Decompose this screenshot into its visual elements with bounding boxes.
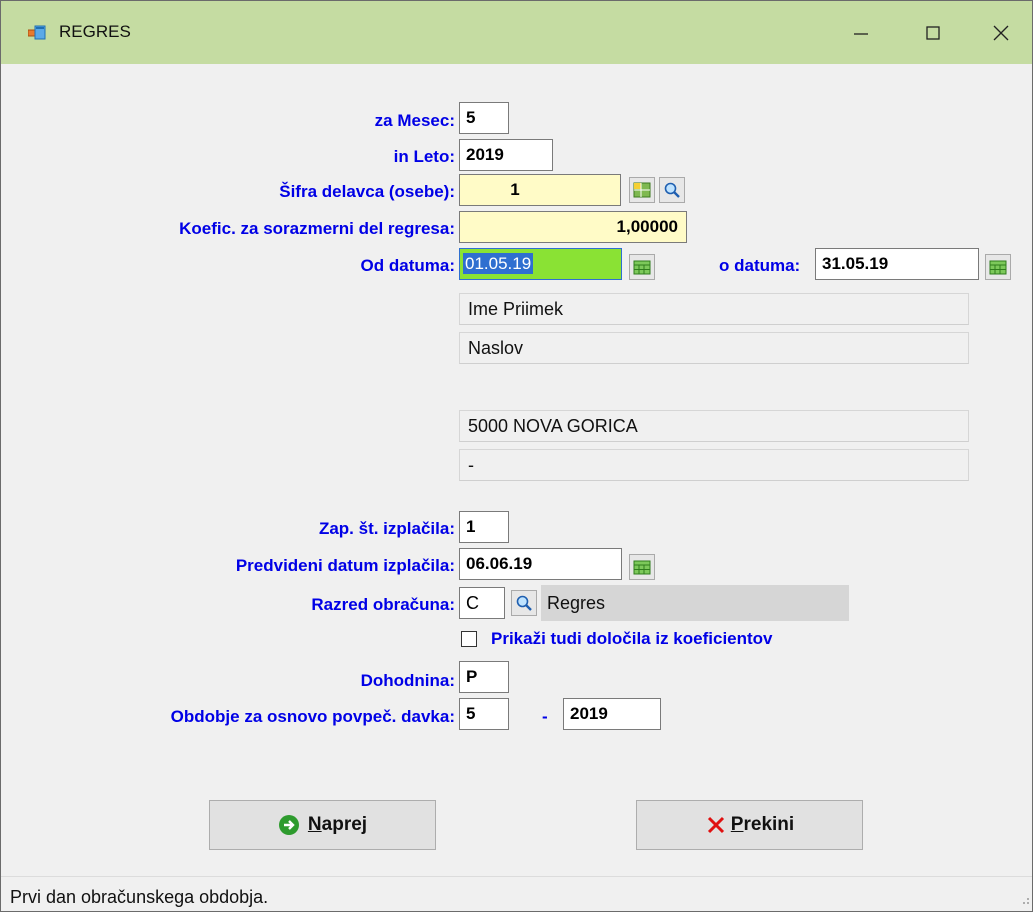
obdobje-label: Obdobje za osnovo povpeč. davka: (170, 707, 455, 726)
person-address-line2-field (459, 371, 969, 403)
prekini-label: rekini (743, 814, 795, 835)
mesec-label: za Mesec: (374, 111, 455, 130)
od-datuma-calendar-button[interactable] (629, 254, 655, 280)
predvideni-calendar-button[interactable] (629, 554, 655, 580)
sifra-delavca-input[interactable]: 1 (459, 174, 621, 206)
razred-search-button[interactable] (511, 590, 537, 616)
close-button[interactable] (966, 1, 1032, 64)
dohodnina-label: Dohodnina: (360, 671, 455, 690)
calendar-icon (633, 260, 651, 275)
magnifier-icon (516, 595, 532, 611)
app-window-icon (28, 25, 46, 40)
naprej-mnemonic: N (307, 814, 322, 835)
obdobje-separator: - (542, 707, 548, 726)
razred-label: Razred obračuna: (311, 595, 455, 614)
zap-st-label: Zap. št. izplačila: (318, 519, 455, 538)
od-datuma-label: Od datuma: (360, 256, 455, 275)
koef-input[interactable]: 1,00000 (459, 211, 687, 243)
obdobje-month-input[interactable]: 5 (459, 698, 509, 730)
sifra-picker-button[interactable] (629, 177, 655, 203)
maximize-button[interactable] (898, 1, 968, 64)
maximize-icon (926, 25, 940, 40)
do-datuma-input[interactable]: 31.05.19 (815, 248, 979, 280)
razred-description-field: Regres (541, 585, 849, 621)
od-datuma-input[interactable]: 01.05.19 (459, 248, 622, 280)
predvideni-label: Predvideni datum izplačila: (235, 556, 455, 575)
person-extra-field: - (459, 449, 969, 481)
od-datuma-selected-text: 01.05.19 (463, 253, 534, 274)
prekini-mnemonic: P (730, 814, 744, 835)
arrow-right-circle-icon (278, 815, 299, 835)
person-name-field: Ime Priimek (459, 293, 969, 325)
koef-label: Koefic. za sorazmerni del regresa: (179, 219, 455, 238)
sifra-search-button[interactable] (659, 177, 685, 203)
prikazi-checkbox[interactable] (461, 631, 477, 647)
title-bar[interactable]: REGRES (1, 1, 1032, 64)
calendar-icon (633, 560, 651, 575)
person-post-field: 5000 NOVA GORICA (459, 410, 969, 442)
leto-label: in Leto: (393, 147, 455, 166)
zap-st-input[interactable]: 1 (459, 511, 509, 543)
sifra-label: Šifra delavca (osebe): (279, 182, 455, 201)
regres-window: REGRES za Mesec: 5 in Leto: 2019 Šifra d… (0, 0, 1033, 912)
razred-input[interactable]: C (459, 587, 505, 619)
predvideni-datum-input[interactable]: 06.06.19 (459, 548, 622, 580)
prikazi-label[interactable]: Prikaži tudi določila iz koeficientov (491, 629, 773, 649)
minimize-icon (854, 32, 868, 35)
close-icon (993, 25, 1009, 40)
cancel-x-icon (707, 816, 724, 834)
do-datuma-label: o datuma: (719, 256, 801, 275)
naprej-button[interactable]: Naprej (209, 800, 436, 850)
window-title: REGRES (59, 22, 131, 41)
status-text: Prvi dan obračunskega obdobja. (10, 887, 269, 907)
minimize-button[interactable] (826, 1, 896, 64)
dohodnina-input[interactable]: P (459, 661, 509, 693)
status-bar: Prvi dan obračunskega obdobja. (1, 876, 1032, 911)
calendar-icon (989, 260, 1007, 275)
leto-input[interactable]: 2019 (459, 139, 553, 171)
do-datuma-calendar-button[interactable] (985, 254, 1011, 280)
mesec-input[interactable]: 5 (459, 102, 509, 134)
person-address-field: Naslov (459, 332, 969, 364)
prekini-button[interactable]: Prekini (636, 800, 863, 850)
magnifier-icon (664, 182, 680, 198)
resize-grip-icon[interactable] (1020, 896, 1030, 908)
naprej-label: aprej (321, 814, 368, 835)
obdobje-year-input[interactable]: 2019 (563, 698, 661, 730)
grid-picker-icon (633, 182, 651, 198)
